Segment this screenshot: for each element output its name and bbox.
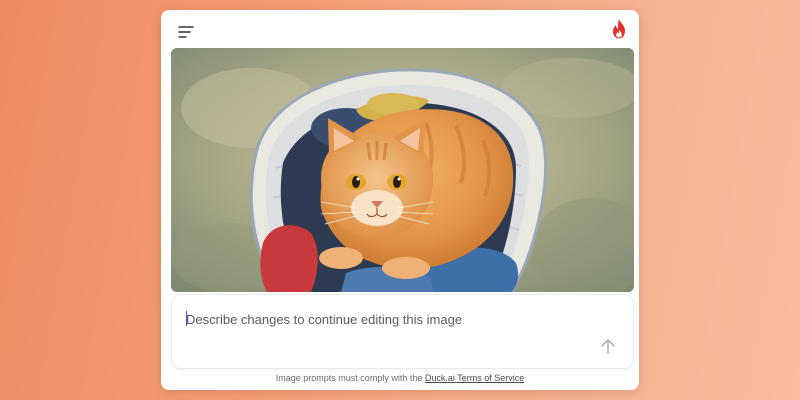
- prompt-box: [171, 294, 634, 369]
- flame-icon: [613, 19, 625, 39]
- terms-of-service-link[interactable]: Duck.ai Terms of Service: [425, 373, 524, 383]
- menu-button[interactable]: [175, 20, 197, 42]
- send-button[interactable]: [597, 335, 619, 357]
- cat-image: [171, 48, 634, 292]
- arrow-up-icon: [601, 339, 615, 354]
- prompt-input[interactable]: [186, 309, 586, 329]
- generated-image[interactable]: [171, 48, 634, 292]
- text-caret: [186, 311, 187, 326]
- image-editor-panel: Image prompts must comply with the Duck.…: [161, 10, 639, 390]
- flame-button[interactable]: [608, 17, 630, 41]
- hamburger-menu-icon: [178, 26, 194, 38]
- terms-footer: Image prompts must comply with the Duck.…: [161, 373, 639, 383]
- footer-text: Image prompts must comply with the: [275, 373, 425, 383]
